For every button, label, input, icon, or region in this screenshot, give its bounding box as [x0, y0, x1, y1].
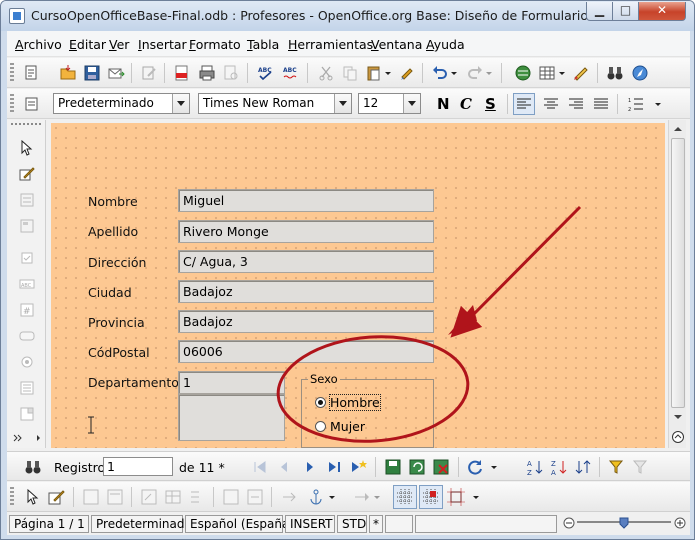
activation-order-icon[interactable] — [188, 488, 206, 506]
annotation-arrow-head — [448, 305, 477, 335]
record-navigation-bar: Registro 1 de 11 * AZ ZA — [7, 451, 690, 481]
status-selection-mode[interactable]: STD — [337, 515, 367, 533]
zoom-slider-thumb[interactable] — [619, 517, 629, 529]
annotation-arrow — [450, 205, 582, 338]
new-record-icon[interactable] — [349, 458, 367, 476]
next-record-icon[interactable] — [301, 458, 319, 476]
status-style[interactable]: Predeterminado — [91, 515, 192, 533]
toolbar-grip-icon[interactable] — [10, 487, 14, 507]
record-number-input[interactable]: 1 — [103, 457, 173, 476]
zoom-out-icon[interactable] — [563, 517, 575, 529]
maximize-button[interactable]: □ — [612, 2, 639, 21]
toolbar-overflow-icon[interactable] — [472, 488, 480, 506]
status-modified: * — [369, 515, 383, 533]
standard-filter-icon[interactable] — [632, 458, 650, 476]
control-properties-icon[interactable] — [82, 488, 100, 506]
form-properties-icon[interactable] — [106, 488, 124, 506]
zoom-in-icon[interactable] — [674, 517, 686, 529]
delete-record-icon[interactable] — [432, 458, 450, 476]
last-record-icon[interactable] — [325, 458, 343, 476]
snap-to-grid-button[interactable] — [419, 485, 443, 509]
app-body: Archivo Editar Ver Insertar Formato Tabl… — [7, 31, 690, 535]
openoffice-base-icon — [9, 8, 25, 24]
guides-when-moving-icon[interactable] — [447, 488, 465, 506]
save-record-icon[interactable] — [384, 458, 402, 476]
app-window: CursoOpenOfficeBase-Final.odb : Profesor… — [0, 0, 695, 540]
position-size-icon[interactable] — [280, 488, 298, 506]
snap-grid-icon — [423, 489, 439, 505]
form-design-toolbar — [7, 482, 690, 512]
autofilter-icon[interactable] — [608, 458, 626, 476]
record-label: Registro — [54, 460, 106, 475]
status-language[interactable]: Español (España) — [185, 515, 294, 533]
alignment-dropdown-icon[interactable] — [373, 488, 381, 506]
previous-page-icon[interactable] — [671, 431, 685, 443]
alignment-icon[interactable] — [352, 488, 370, 506]
display-grid-button[interactable] — [393, 485, 417, 509]
previous-record-icon[interactable] — [275, 458, 293, 476]
window-title: CursoOpenOfficeBase-Final.odb : Profesor… — [31, 8, 595, 23]
minimize-button[interactable]: ▁ — [586, 2, 613, 21]
open-in-design-mode-icon[interactable] — [222, 488, 240, 506]
scroll-up-icon[interactable] — [671, 122, 685, 136]
grid-icon — [397, 489, 413, 505]
first-record-icon[interactable] — [251, 458, 269, 476]
refresh-dropdown-icon[interactable] — [490, 458, 498, 476]
status-signature[interactable] — [385, 515, 413, 533]
scroll-thumb[interactable] — [671, 138, 685, 408]
annotation-ellipse — [276, 335, 470, 443]
anchor-icon[interactable] — [307, 488, 325, 506]
scroll-down-icon[interactable] — [671, 410, 685, 424]
svg-text:Z: Z — [527, 469, 532, 476]
sort-descending-icon[interactable]: ZA — [550, 458, 568, 476]
status-insert-mode[interactable]: INSERT — [285, 515, 335, 533]
record-total: de 11 * — [179, 460, 225, 475]
svg-text:Z: Z — [551, 460, 556, 468]
undo-record-icon[interactable] — [408, 458, 426, 476]
svg-text:A: A — [551, 469, 556, 476]
form-navigator-icon[interactable] — [140, 488, 158, 506]
status-page: Página 1 / 1 — [9, 515, 89, 533]
sort-order-icon[interactable] — [574, 458, 592, 476]
close-button[interactable]: ✕ — [638, 2, 686, 21]
design-mode-icon[interactable] — [48, 488, 66, 506]
sort-ascending-icon[interactable]: AZ — [526, 458, 544, 476]
select-pointer-icon[interactable] — [24, 488, 42, 506]
add-field-icon[interactable] — [164, 488, 182, 506]
svg-text:A: A — [527, 460, 532, 468]
status-bar: Página 1 / 1 Predeterminado Español (Esp… — [7, 513, 690, 535]
refresh-icon[interactable] — [466, 458, 484, 476]
anchor-dropdown-icon[interactable] — [328, 488, 336, 506]
find-record-icon[interactable] — [24, 458, 42, 476]
vertical-scrollbar[interactable] — [668, 120, 686, 448]
title-bar[interactable]: CursoOpenOfficeBase-Final.odb : Profesor… — [1, 1, 694, 31]
auto-control-focus-icon[interactable] — [246, 488, 264, 506]
status-object-info — [415, 515, 557, 533]
